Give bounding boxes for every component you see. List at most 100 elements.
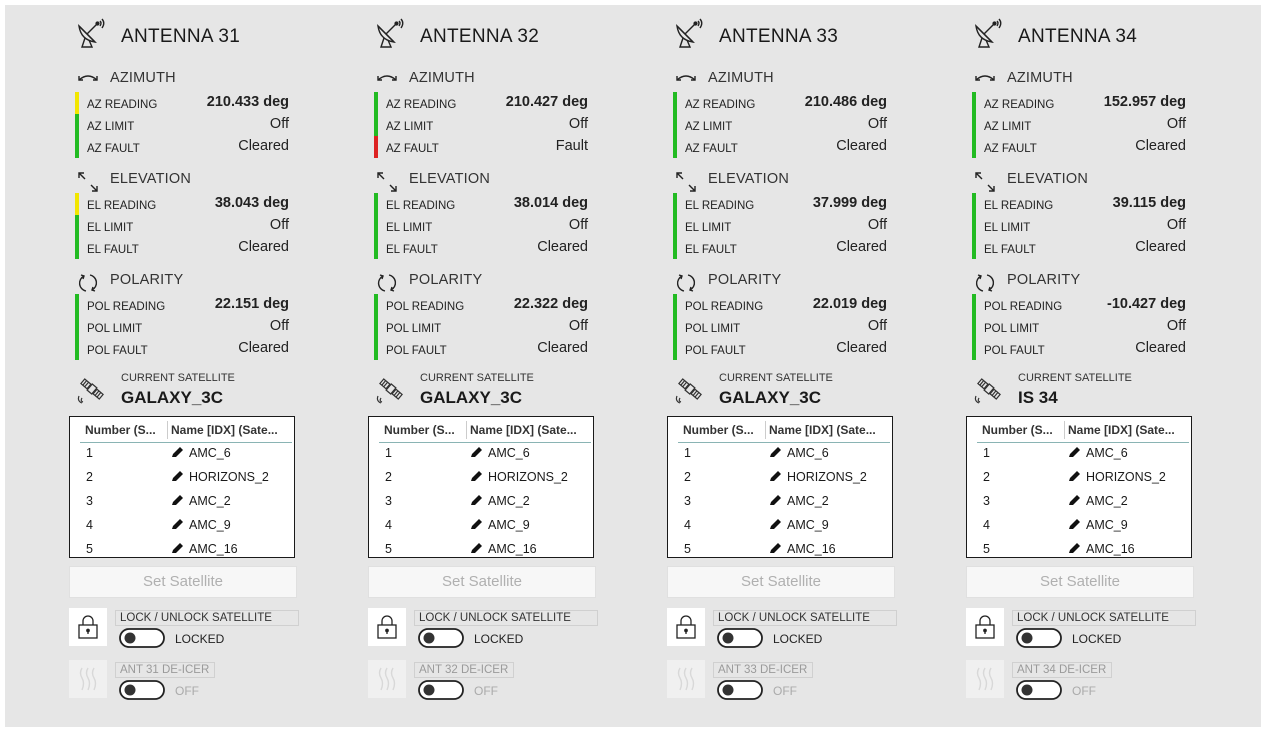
current-satellite-label: CURRENT SATELLITE <box>1018 372 1132 384</box>
lock-toggle-switch[interactable] <box>1016 628 1062 648</box>
satellite-name-cell[interactable]: AMC_16 <box>1068 542 1135 556</box>
set-satellite-button[interactable]: Set Satellite <box>368 566 596 598</box>
az-fault-value: Cleared <box>238 138 289 154</box>
lock-toggle-switch[interactable] <box>119 628 165 648</box>
section-title: ELEVATION <box>1007 171 1089 187</box>
satellite-name-cell[interactable]: AMC_16 <box>470 542 537 556</box>
column-header-number[interactable]: Number (S... <box>384 423 464 437</box>
satellite-table[interactable]: Number (S... Name [IDX] (Sate... 1 AMC_6 2… <box>368 416 594 558</box>
pencil-edit-icon[interactable] <box>470 470 484 482</box>
table-row[interactable]: 3 AMC_2 <box>369 489 593 513</box>
satellite-name-cell[interactable]: HORIZONS_2 <box>470 470 568 484</box>
table-row[interactable]: 4 AMC_9 <box>668 513 892 537</box>
column-separator[interactable] <box>765 421 766 439</box>
column-separator[interactable] <box>466 421 467 439</box>
satellite-table[interactable]: Number (S... Name [IDX] (Sate... 1 AMC_6 2… <box>667 416 893 558</box>
table-row[interactable]: 5 AMC_16 <box>668 537 892 557</box>
table-row[interactable]: 4 AMC_9 <box>70 513 294 537</box>
table-row[interactable]: 3 AMC_2 <box>668 489 892 513</box>
table-row[interactable]: 2 HORIZONS_2 <box>369 465 593 489</box>
pencil-edit-icon[interactable] <box>769 470 783 482</box>
el-reading-row: EL READING 38.043 deg <box>75 193 289 215</box>
pencil-edit-icon[interactable] <box>769 446 783 458</box>
de-icer-toggle-switch[interactable] <box>119 680 165 700</box>
satellite-name-cell[interactable]: AMC_2 <box>470 494 530 508</box>
satellite-name-cell[interactable]: AMC_6 <box>171 446 231 460</box>
pencil-edit-icon[interactable] <box>171 446 185 458</box>
de-icer-toggle-switch[interactable] <box>418 680 464 700</box>
lock-toggle-switch[interactable] <box>418 628 464 648</box>
pencil-edit-icon[interactable] <box>470 518 484 530</box>
set-satellite-button[interactable]: Set Satellite <box>69 566 297 598</box>
satellite-name-cell[interactable]: AMC_9 <box>1068 518 1128 532</box>
pencil-edit-icon[interactable] <box>171 470 185 482</box>
pencil-edit-icon[interactable] <box>1068 518 1082 530</box>
column-header-name[interactable]: Name [IDX] (Sate... <box>1068 423 1190 437</box>
satellite-name-cell[interactable]: AMC_9 <box>171 518 231 532</box>
satellite-name: HORIZONS_2 <box>1086 470 1166 484</box>
table-row[interactable]: 3 AMC_2 <box>967 489 1191 513</box>
satellite-name-cell[interactable]: AMC_16 <box>769 542 836 556</box>
satellite-name-cell[interactable]: AMC_6 <box>1068 446 1128 460</box>
pencil-edit-icon[interactable] <box>171 542 185 554</box>
table-row[interactable]: 2 HORIZONS_2 <box>967 465 1191 489</box>
column-header-name[interactable]: Name [IDX] (Sate... <box>171 423 293 437</box>
column-separator[interactable] <box>1064 421 1065 439</box>
table-row[interactable]: 1 AMC_6 <box>70 441 294 465</box>
satellite-table[interactable]: Number (S... Name [IDX] (Sate... 1 AMC_6 2… <box>966 416 1192 558</box>
satellite-name-cell[interactable]: AMC_6 <box>769 446 829 460</box>
column-header-name[interactable]: Name [IDX] (Sate... <box>470 423 592 437</box>
satellite-name-cell[interactable]: HORIZONS_2 <box>1068 470 1166 484</box>
column-separator[interactable] <box>167 421 168 439</box>
column-header-number[interactable]: Number (S... <box>683 423 763 437</box>
pencil-edit-icon[interactable] <box>470 542 484 554</box>
pencil-edit-icon[interactable] <box>470 446 484 458</box>
table-row[interactable]: 5 AMC_16 <box>967 537 1191 557</box>
current-satellite-name: GALAXY_3C <box>420 388 523 407</box>
de-icer-toggle-switch[interactable] <box>717 680 763 700</box>
pencil-edit-icon[interactable] <box>171 494 185 506</box>
table-row[interactable]: 1 AMC_6 <box>668 441 892 465</box>
column-header-number[interactable]: Number (S... <box>85 423 165 437</box>
pencil-edit-icon[interactable] <box>171 518 185 530</box>
satellite-number: 5 <box>983 542 990 556</box>
satellite-name-cell[interactable]: AMC_2 <box>769 494 829 508</box>
column-header-number[interactable]: Number (S... <box>982 423 1062 437</box>
lock-toggle-switch[interactable] <box>717 628 763 648</box>
pol-section-header: POLARITY <box>972 270 1202 292</box>
set-satellite-button[interactable]: Set Satellite <box>966 566 1194 598</box>
section-title: AZIMUTH <box>708 70 774 86</box>
satellite-name-cell[interactable]: AMC_2 <box>1068 494 1128 508</box>
set-satellite-button[interactable]: Set Satellite <box>667 566 895 598</box>
satellite-table[interactable]: Number (S... Name [IDX] (Sate... 1 AMC_6 2… <box>69 416 295 558</box>
pencil-edit-icon[interactable] <box>769 542 783 554</box>
table-row[interactable]: 5 AMC_16 <box>369 537 593 557</box>
satellite-name-cell[interactable]: AMC_6 <box>470 446 530 460</box>
table-row[interactable]: 4 AMC_9 <box>967 513 1191 537</box>
satellite-name-cell[interactable]: AMC_9 <box>470 518 530 532</box>
satellite-name-cell[interactable]: AMC_9 <box>769 518 829 532</box>
table-row[interactable]: 3 AMC_2 <box>70 489 294 513</box>
pencil-edit-icon[interactable] <box>769 494 783 506</box>
satellite-name-cell[interactable]: HORIZONS_2 <box>769 470 867 484</box>
satellite-name-cell[interactable]: AMC_2 <box>171 494 231 508</box>
table-row[interactable]: 2 HORIZONS_2 <box>668 465 892 489</box>
status-indicator-ok <box>673 237 677 259</box>
table-row[interactable]: 5 AMC_16 <box>70 537 294 557</box>
pencil-edit-icon[interactable] <box>470 494 484 506</box>
pencil-edit-icon[interactable] <box>1068 494 1082 506</box>
table-row[interactable]: 1 AMC_6 <box>369 441 593 465</box>
el-reading-value: 38.014 deg <box>513 195 588 211</box>
de-icer-toggle-switch[interactable] <box>1016 680 1062 700</box>
satellite-name-cell[interactable]: HORIZONS_2 <box>171 470 269 484</box>
pencil-edit-icon[interactable] <box>769 518 783 530</box>
pencil-edit-icon[interactable] <box>1068 470 1082 482</box>
polarity-rotate-icon <box>675 272 697 292</box>
pencil-edit-icon[interactable] <box>1068 446 1082 458</box>
column-header-name[interactable]: Name [IDX] (Sate... <box>769 423 891 437</box>
satellite-name-cell[interactable]: AMC_16 <box>171 542 238 556</box>
pencil-edit-icon[interactable] <box>1068 542 1082 554</box>
table-row[interactable]: 4 AMC_9 <box>369 513 593 537</box>
table-row[interactable]: 2 HORIZONS_2 <box>70 465 294 489</box>
table-row[interactable]: 1 AMC_6 <box>967 441 1191 465</box>
